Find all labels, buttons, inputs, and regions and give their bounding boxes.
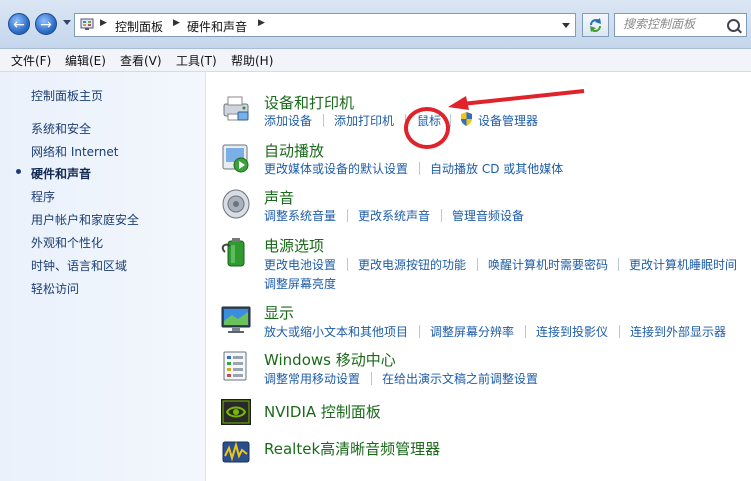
- speaker-icon[interactable]: [220, 188, 252, 220]
- menu-file[interactable]: 文件(F): [11, 52, 51, 69]
- sidebar-item-appearance[interactable]: 外观和个性化: [31, 234, 103, 251]
- battery-icon[interactable]: [220, 236, 252, 268]
- category-realtek-audio[interactable]: Realtek高清晰音频管理器: [264, 438, 440, 459]
- refresh-button[interactable]: [582, 13, 609, 37]
- link-sleep-time[interactable]: 更改计算机睡眠时间: [629, 256, 737, 273]
- breadcrumb-separator[interactable]: ▶: [258, 18, 265, 28]
- link-change-default-media[interactable]: 更改媒体或设备的默认设置: [264, 160, 408, 177]
- link-add-device[interactable]: 添加设备: [264, 112, 312, 129]
- breadcrumb-separator[interactable]: ▶: [173, 18, 180, 28]
- sidebar-item-programs[interactable]: 程序: [31, 188, 55, 205]
- category-mobility-center[interactable]: Windows 移动中心: [264, 349, 396, 370]
- back-button[interactable]: ←: [8, 13, 30, 35]
- recent-pages-dropdown[interactable]: [63, 20, 71, 25]
- link-separator: [347, 209, 348, 222]
- link-separator: [441, 209, 442, 222]
- autoplay-icon[interactable]: [220, 142, 252, 174]
- sidebar-item-ease-of-access[interactable]: 轻松访问: [31, 280, 79, 297]
- control-panel-icon: [80, 18, 94, 30]
- link-wakeup-password[interactable]: 唤醒计算机时需要密码: [488, 256, 608, 273]
- category-power-options[interactable]: 电源选项: [264, 235, 324, 256]
- sidebar-item-system-security[interactable]: 系统和安全: [31, 120, 91, 137]
- current-page-bullet: [16, 169, 21, 174]
- breadcrumb-separator[interactable]: ▶: [100, 18, 107, 28]
- menu-view[interactable]: 查看(V): [120, 52, 162, 69]
- link-separator: [525, 325, 526, 338]
- link-adjust-volume[interactable]: 调整系统音量: [264, 207, 336, 224]
- annotation-arrow: [448, 89, 585, 110]
- menu-bar: 文件(F) 编辑(E) 查看(V) 工具(T) 帮助(H): [0, 49, 751, 72]
- forward-button[interactable]: →: [35, 13, 57, 35]
- category-autoplay[interactable]: 自动播放: [264, 140, 324, 161]
- link-common-mobility-settings[interactable]: 调整常用移动设置: [264, 370, 360, 387]
- nvidia-icon[interactable]: [220, 396, 252, 428]
- link-screen-resolution[interactable]: 调整屏幕分辨率: [430, 323, 514, 340]
- mobility-center-icon[interactable]: [220, 350, 252, 382]
- realtek-audio-icon[interactable]: [220, 436, 252, 468]
- sidebar-home[interactable]: 控制面板主页: [31, 87, 103, 104]
- link-separator: [347, 258, 348, 271]
- sidebar-item-clock-region[interactable]: 时钟、语言和区域: [31, 257, 127, 274]
- category-sound[interactable]: 声音: [264, 187, 294, 208]
- link-separator: [618, 258, 619, 271]
- link-autoplay-cd[interactable]: 自动播放 CD 或其他媒体: [430, 160, 563, 177]
- refresh-icon: [590, 18, 601, 32]
- link-separator: [419, 162, 420, 175]
- link-change-battery-settings[interactable]: 更改电池设置: [264, 256, 336, 273]
- link-separator: [371, 372, 372, 385]
- link-add-printer[interactable]: 添加打印机: [334, 112, 394, 129]
- link-separator: [323, 114, 324, 127]
- link-power-button-function[interactable]: 更改电源按钮的功能: [358, 256, 466, 273]
- link-change-sounds[interactable]: 更改系统声音: [358, 207, 430, 224]
- monitor-icon[interactable]: [220, 304, 252, 336]
- address-toolbar: ← → ▶ 控制面板 ▶ 硬件和声音 ▶: [0, 0, 751, 49]
- sidebar-item-user-accounts[interactable]: 用户帐户和家庭安全: [31, 211, 139, 228]
- sidebar-item-hardware-sound[interactable]: 硬件和声音: [31, 165, 91, 182]
- link-separator: [619, 325, 620, 338]
- search-box[interactable]: [614, 13, 747, 37]
- annotation-circle: [404, 107, 450, 149]
- menu-help[interactable]: 帮助(H): [231, 52, 273, 69]
- link-external-display[interactable]: 连接到外部显示器: [630, 323, 726, 340]
- address-bar[interactable]: ▶ 控制面板 ▶ 硬件和声音 ▶: [74, 13, 576, 37]
- link-presentation-settings[interactable]: 在给出演示文稿之前调整设置: [382, 370, 538, 387]
- category-devices-printers[interactable]: 设备和打印机: [264, 92, 354, 113]
- address-history-dropdown[interactable]: [562, 23, 570, 28]
- link-text-size[interactable]: 放大或缩小文本和其他项目: [264, 323, 408, 340]
- breadcrumb-hardware-sound[interactable]: 硬件和声音: [187, 18, 247, 35]
- menu-edit[interactable]: 编辑(E): [65, 52, 106, 69]
- link-screen-brightness[interactable]: 调整屏幕亮度: [264, 275, 336, 292]
- printer-icon[interactable]: [220, 92, 252, 124]
- content-pane: 设备和打印机 添加设备 添加打印机 鼠标 设备管理器 自动播放 更改媒体或设备的…: [206, 72, 751, 481]
- menu-tools[interactable]: 工具(T): [176, 52, 217, 69]
- category-nvidia[interactable]: NVIDIA 控制面板: [264, 401, 381, 422]
- category-display[interactable]: 显示: [264, 302, 294, 323]
- link-separator: [477, 258, 478, 271]
- link-separator: [419, 325, 420, 338]
- link-connect-projector[interactable]: 连接到投影仪: [536, 323, 608, 340]
- search-icon[interactable]: [727, 19, 740, 32]
- sidebar-item-network[interactable]: 网络和 Internet: [31, 143, 118, 160]
- link-manage-audio-devices[interactable]: 管理音频设备: [452, 207, 524, 224]
- navigation-pane: 控制面板主页 系统和安全 网络和 Internet 硬件和声音 程序 用户帐户和…: [0, 72, 206, 481]
- breadcrumb-control-panel[interactable]: 控制面板: [115, 18, 163, 35]
- search-input[interactable]: [623, 17, 723, 31]
